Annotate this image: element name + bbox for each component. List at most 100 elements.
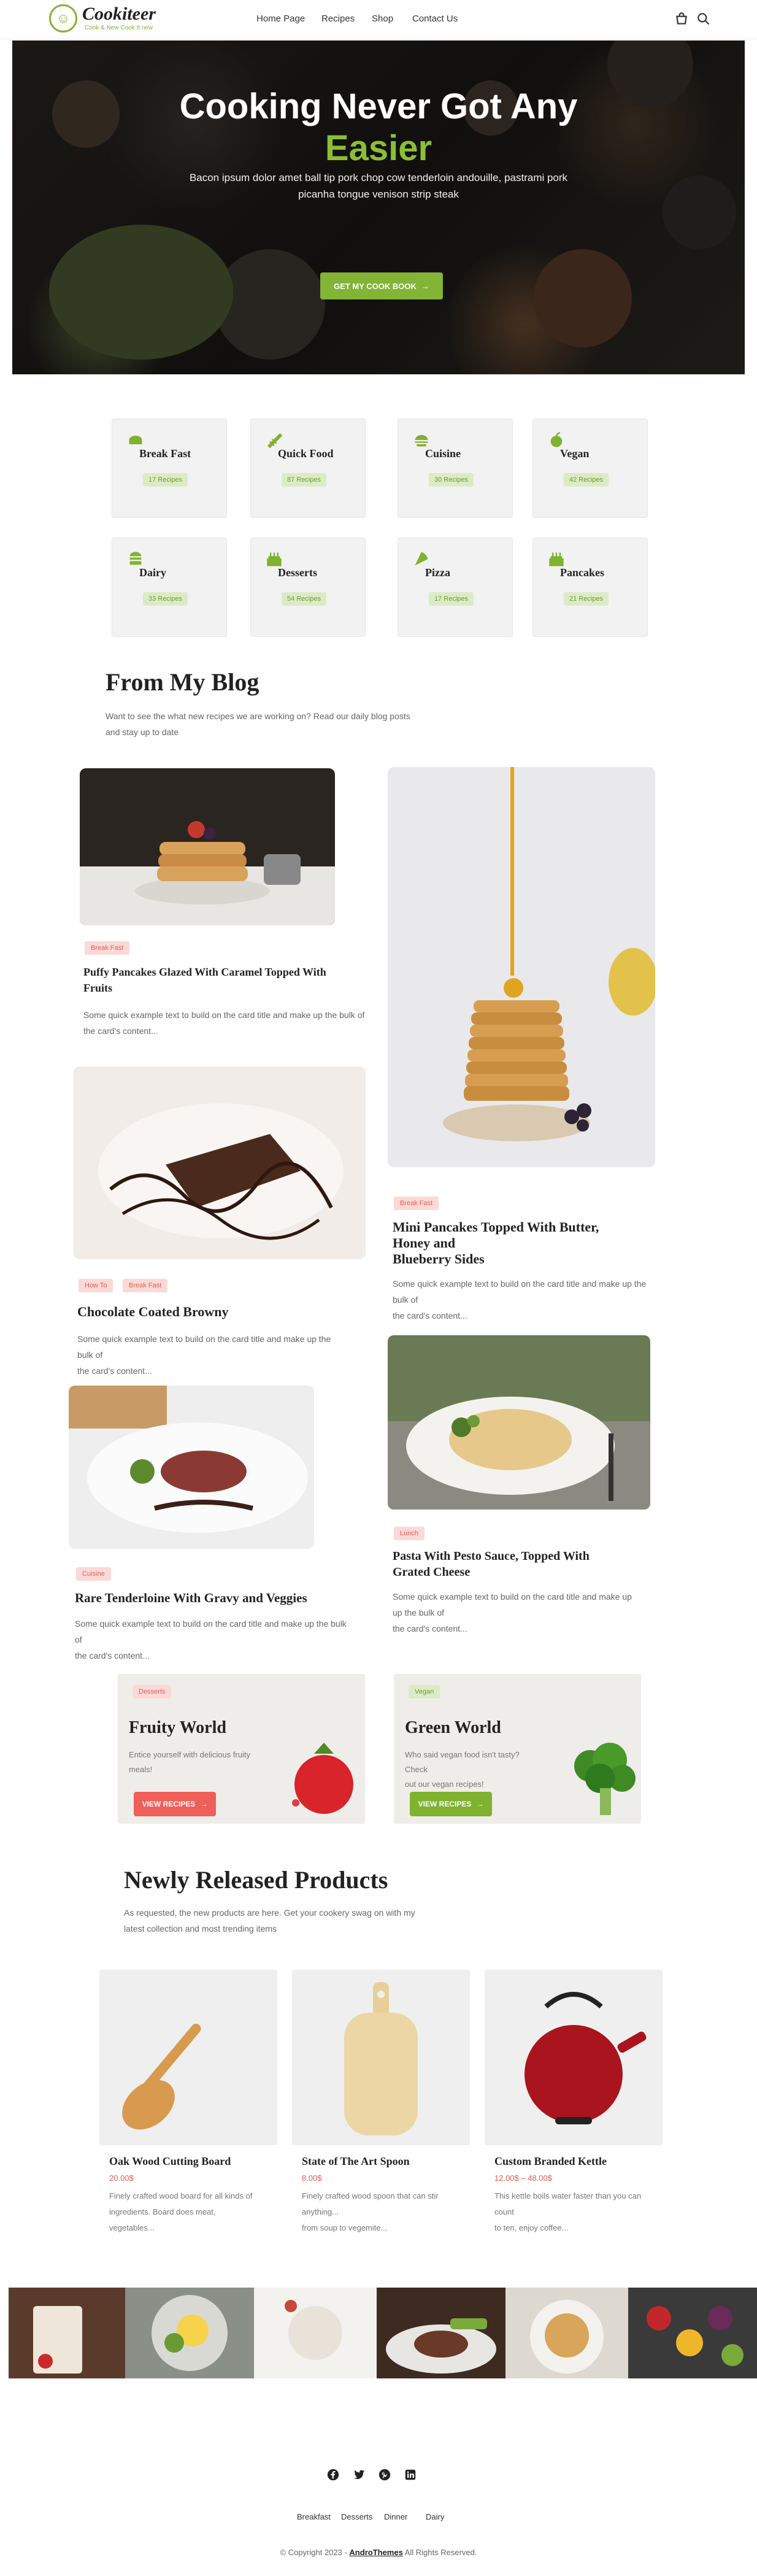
post-tag[interactable]: Lunch <box>394 1527 425 1540</box>
hero-title-line1: Cooking Never Got Any <box>179 87 578 126</box>
post-desc-line1: Some quick example text to build on the … <box>393 1592 632 1602</box>
product-desc-line2: ingredients. Board does meat, <box>109 2207 216 2216</box>
post-desc-line2: the card's content... <box>83 1026 158 1036</box>
product-price: 12.00$ – 48.00$ <box>494 2173 552 2183</box>
twitter-icon[interactable] <box>352 2468 366 2482</box>
footer-link-breakfast[interactable]: Breakfast <box>297 2512 331 2521</box>
cookbook-button[interactable]: GET MY COOK BOOK → <box>320 272 443 299</box>
post-desc-line2: up the bulk of <box>393 1608 445 1618</box>
post-desc-line2: bulk of <box>77 1350 103 1360</box>
arrow-right-icon: → <box>421 281 429 291</box>
product-name[interactable]: Oak Wood Cutting Board <box>109 2155 231 2168</box>
category-card-quick-food[interactable]: Quick Food 87 Recipes <box>250 418 366 518</box>
promo-green-world: Vegan Green World Who said vegan food is… <box>394 1674 641 1824</box>
category-card-pizza[interactable]: Pizza 17 Recipes <box>398 538 513 637</box>
category-card-breakfast[interactable]: Break Fast 17 Recipes <box>112 418 227 518</box>
post-image-browny[interactable] <box>74 1066 366 1259</box>
product-desc-line3: from soup to vegemite... <box>302 2223 388 2232</box>
view-recipes-button[interactable]: VIEW RECIPES → <box>410 1792 492 1816</box>
post-tag[interactable]: How To <box>79 1279 113 1292</box>
category-card-cuisine[interactable]: Cuisine 30 Recipes <box>398 418 513 518</box>
cookbook-button-label: GET MY COOK BOOK <box>334 281 417 291</box>
nav-contact[interactable]: Contact Us <box>412 13 458 24</box>
category-count: 30 Recipes <box>429 473 474 487</box>
post-title-line1[interactable]: Rare Tenderloine With Gravy and Veggies <box>75 1589 307 1606</box>
gallery-image[interactable] <box>9 2288 125 2378</box>
logo-icon[interactable]: ☺ <box>49 4 77 33</box>
category-name: Pancakes <box>560 566 604 579</box>
cuisine-icon <box>415 434 428 447</box>
post-title-line2[interactable]: Grated Cheese <box>393 1564 470 1581</box>
hero-text: Bacon ipsum dolor amet ball tip pork cho… <box>189 172 568 200</box>
post-tag[interactable]: Break Fast <box>85 941 130 955</box>
search-icon[interactable] <box>696 11 712 27</box>
product-desc-line2: count <box>494 2207 514 2216</box>
copyright-prefix: © Copyright 2023 - <box>280 2548 350 2557</box>
post-tag[interactable]: Cuisine <box>76 1567 111 1581</box>
post-image-tenderloine[interactable] <box>69 1386 314 1549</box>
product-image-spoon[interactable] <box>99 1970 277 2145</box>
category-card-pancakes[interactable]: Pancakes 21 Recipes <box>532 538 648 637</box>
category-name: Cuisine <box>425 447 461 460</box>
gallery-image[interactable] <box>125 2288 254 2378</box>
promo-text-line2: meals! <box>129 1765 153 1774</box>
post-title-line3[interactable]: Blueberry Sides <box>393 1251 485 1268</box>
post-title-line2[interactable]: Fruits <box>83 979 112 997</box>
copyright-brand-link[interactable]: AndroThemes <box>349 2548 402 2557</box>
product-desc-line3: vegetables... <box>109 2223 155 2232</box>
gallery-image[interactable] <box>505 2288 628 2378</box>
post-desc-line1: Some quick example text to build on the … <box>83 1010 365 1020</box>
pinterest-icon[interactable] <box>378 2468 391 2482</box>
category-card-vegan[interactable]: Vegan 42 Recipes <box>532 418 648 518</box>
product-desc-line1: Finely crafted wood spoon that can stir <box>302 2191 439 2200</box>
post-tag[interactable]: Break Fast <box>394 1197 439 1210</box>
category-card-dairy[interactable]: Dairy 33 Recipes <box>112 538 227 637</box>
gallery-image[interactable] <box>254 2288 377 2378</box>
promo-fruity-world: Desserts Fruity World Entice yourself wi… <box>118 1674 365 1824</box>
product-desc-line1: This kettle boils water faster than you … <box>494 2191 642 2200</box>
footer-link-dairy[interactable]: Dairy <box>426 2512 444 2521</box>
product-desc-line1: Finely crafted wood board for all kinds … <box>109 2191 253 2200</box>
category-count: 54 Recipes <box>282 592 327 606</box>
footer-link-desserts[interactable]: Desserts <box>341 2512 372 2521</box>
logo-tagline: Cook & New Cook It new <box>85 25 153 31</box>
product-image-kettle[interactable] <box>485 1970 663 2145</box>
post-image-pancakes[interactable] <box>80 768 335 925</box>
linkedin-icon[interactable] <box>404 2468 417 2482</box>
post-title-line2[interactable]: Honey and <box>393 1235 455 1252</box>
products-subtitle-line2: latest collection and most trending item… <box>124 1924 277 1934</box>
blog-subtitle-line2: and stay up to date <box>106 727 179 737</box>
cart-icon[interactable] <box>674 11 690 27</box>
wooden-spoon-image <box>122 2024 201 2130</box>
dairy-icon <box>129 552 142 565</box>
facebook-icon[interactable] <box>326 2468 340 2482</box>
gallery-image[interactable] <box>628 2288 757 2378</box>
category-card-desserts[interactable]: Desserts 54 Recipes <box>250 538 366 637</box>
view-recipes-button[interactable]: VIEW RECIPES → <box>134 1792 216 1816</box>
post-desc-line3: the card's content... <box>393 1311 467 1321</box>
blog-title: From My Blog <box>106 668 259 696</box>
nav-recipes[interactable]: Recipes <box>321 13 355 24</box>
red-kettle-image <box>525 1992 647 2124</box>
post-title-line1[interactable]: Puffy Pancakes Glazed With Caramel Toppe… <box>83 963 326 981</box>
logo-name[interactable]: Cookiteer <box>82 4 156 25</box>
pancake-stack-image <box>80 768 335 925</box>
post-title-line1[interactable]: Mini Pancakes Topped With Butter, <box>393 1219 599 1236</box>
nav-shop[interactable]: Shop <box>372 13 393 24</box>
product-desc-line3: to ten, enjoy coffee... <box>494 2223 569 2232</box>
footer-link-dinner[interactable]: Dinner <box>384 2512 407 2521</box>
post-tag[interactable]: Break Fast <box>123 1279 168 1292</box>
pizza-icon <box>415 552 428 566</box>
post-image-mini-pancakes[interactable] <box>388 767 655 1167</box>
post-image-pasta[interactable] <box>388 1335 650 1510</box>
post-title-line1[interactable]: Pasta With Pesto Sauce, Topped With <box>393 1548 590 1565</box>
view-recipes-label: VIEW RECIPES <box>142 1800 196 1808</box>
product-image-board[interactable] <box>292 1970 470 2145</box>
product-name[interactable]: State of The Art Spoon <box>302 2155 410 2168</box>
post-title-line1[interactable]: Chocolate Coated Browny <box>77 1303 228 1321</box>
nav-home[interactable]: Home Page <box>256 13 305 24</box>
product-name[interactable]: Custom Branded Kettle <box>494 2155 607 2168</box>
promo-text: Entice yourself with delicious fruity me… <box>129 1748 264 1777</box>
promo-text-line1: Entice yourself with delicious fruity <box>129 1750 250 1759</box>
gallery-image[interactable] <box>377 2288 505 2378</box>
